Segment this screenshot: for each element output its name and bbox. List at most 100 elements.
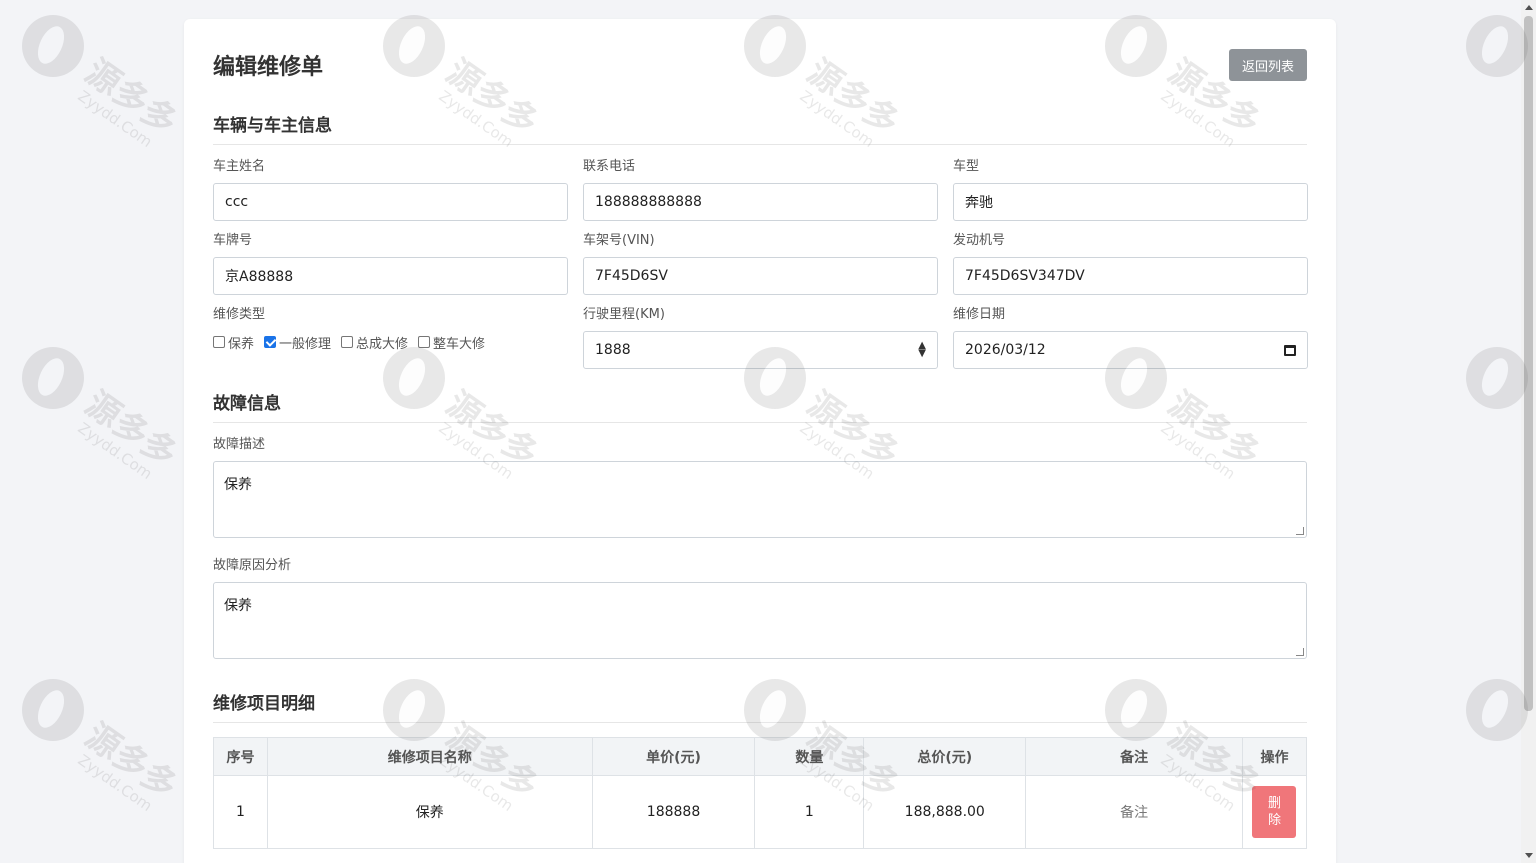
column-header: 总价(元) bbox=[863, 737, 1027, 776]
engine-label: 发动机号 bbox=[953, 233, 1006, 248]
vin-value: 7F45D6SV bbox=[595, 268, 668, 284]
phone-input[interactable]: 188888888888 bbox=[583, 183, 938, 221]
watermark-sub: Zyydd.Com bbox=[74, 86, 156, 152]
resize-grip-icon[interactable] bbox=[1296, 648, 1304, 656]
watermark-logo-icon bbox=[22, 347, 84, 409]
calendar-icon[interactable] bbox=[1284, 344, 1296, 356]
repair-type-option[interactable]: 总成大修 bbox=[341, 333, 408, 352]
cell-unit-price: 188888 bbox=[591, 775, 756, 849]
column-header: 操作 bbox=[1241, 737, 1308, 776]
section-title-vehicle: 车辆与车主信息 bbox=[213, 111, 1307, 145]
watermark-logo-icon bbox=[1466, 347, 1528, 409]
engine-input[interactable]: 7F45D6SV347DV bbox=[953, 257, 1308, 295]
mileage-value: 1888 bbox=[595, 342, 631, 358]
engine-field: 发动机号 7F45D6SV347DV bbox=[953, 233, 1308, 295]
fault-cause-value: 保养 bbox=[224, 598, 252, 614]
car-model-value: 奔驰 bbox=[965, 195, 993, 211]
column-header: 备注 bbox=[1025, 737, 1243, 776]
watermark-logo-icon bbox=[22, 679, 84, 741]
fault-description-textarea[interactable]: 保养 bbox=[213, 461, 1307, 538]
mileage-field: 行驶里程(KM) 1888 ▲ ▼ bbox=[583, 307, 938, 369]
cell-note: 备注 bbox=[1025, 775, 1243, 849]
watermark-text: 源多多 bbox=[77, 383, 185, 476]
number-spinner-icon[interactable]: ▲ ▼ bbox=[918, 341, 926, 359]
vin-field: 车架号(VIN) 7F45D6SV bbox=[583, 233, 938, 295]
watermark-logo-icon bbox=[1466, 679, 1528, 741]
fault-cause-field: 故障原因分析 保养 bbox=[213, 558, 1307, 659]
column-header: 序号 bbox=[213, 737, 268, 776]
owner-name-input[interactable]: ccc bbox=[213, 183, 568, 221]
section-title-fault: 故障信息 bbox=[213, 389, 1307, 423]
scroll-up-icon[interactable] bbox=[1525, 5, 1533, 10]
owner-name-value: ccc bbox=[225, 194, 249, 210]
table-header-row: 序号 维修项目名称 单价(元) 数量 总价(元) 备注 操作 bbox=[213, 737, 1308, 776]
watermark: 源多多Zyydd.Com bbox=[22, 347, 192, 497]
checkbox-vehicle-overhaul[interactable] bbox=[418, 336, 431, 348]
mileage-input[interactable]: 1888 ▲ ▼ bbox=[583, 331, 938, 369]
repair-type-option[interactable]: 保养 bbox=[213, 333, 254, 352]
repair-type-option[interactable]: 整车大修 bbox=[418, 333, 485, 352]
plate-input[interactable]: 京A88888 bbox=[213, 257, 568, 295]
vehicle-form-grid: 车主姓名 ccc 联系电话 188888888888 车型 奔驰 车牌号 京A8… bbox=[213, 159, 1308, 381]
fault-description-label: 故障描述 bbox=[213, 437, 266, 452]
owner-name-field: 车主姓名 ccc bbox=[213, 159, 568, 221]
scrollbar-thumb[interactable] bbox=[1524, 16, 1533, 711]
fault-cause-label: 故障原因分析 bbox=[213, 558, 292, 573]
edit-form-card: 编辑维修单 返回列表 车辆与车主信息 车主姓名 ccc 联系电话 1888888… bbox=[184, 19, 1336, 863]
cell-index: 1 bbox=[213, 775, 268, 849]
repair-type-option[interactable]: 一般修理 bbox=[264, 333, 331, 352]
option-label: 整车大修 bbox=[433, 336, 486, 352]
car-model-input[interactable]: 奔驰 bbox=[953, 183, 1308, 221]
column-header: 单价(元) bbox=[591, 737, 756, 776]
checkbox-assembly-overhaul[interactable] bbox=[341, 336, 354, 348]
watermark-text: 源多多 bbox=[77, 715, 185, 808]
scroll-down-icon[interactable] bbox=[1525, 853, 1533, 858]
cell-action: 删除 bbox=[1241, 775, 1308, 849]
column-header: 数量 bbox=[754, 737, 865, 776]
watermark-logo-icon bbox=[1466, 15, 1528, 77]
page-header: 编辑维修单 返回列表 bbox=[213, 19, 1307, 111]
mileage-label: 行驶里程(KM) bbox=[583, 307, 665, 322]
repair-date-value: 2026/03/12 bbox=[965, 342, 1046, 358]
watermark: 源多多Zyydd.Com bbox=[22, 679, 192, 829]
checkbox-general-repair[interactable] bbox=[264, 336, 277, 348]
cell-total: 188,888.00 bbox=[863, 775, 1027, 849]
repair-date-field: 维修日期 2026/03/12 bbox=[953, 307, 1308, 369]
vertical-scrollbar[interactable] bbox=[1521, 0, 1536, 863]
option-label: 保养 bbox=[228, 336, 255, 352]
column-header: 维修项目名称 bbox=[266, 737, 593, 776]
repair-type-label: 维修类型 bbox=[213, 307, 266, 322]
cell-qty: 1 bbox=[754, 775, 865, 849]
cell-name: 保养 bbox=[266, 775, 593, 849]
engine-value: 7F45D6SV347DV bbox=[965, 268, 1085, 284]
fault-cause-textarea[interactable]: 保养 bbox=[213, 582, 1307, 659]
option-label: 总成大修 bbox=[356, 336, 409, 352]
checkbox-maintenance[interactable] bbox=[213, 336, 225, 348]
table-row: 1 保养 188888 1 188,888.00 备注 删除 bbox=[213, 775, 1308, 849]
owner-name-label: 车主姓名 bbox=[213, 159, 266, 174]
car-model-label: 车型 bbox=[953, 159, 980, 174]
delete-row-button[interactable]: 删除 bbox=[1252, 786, 1297, 838]
watermark: 源多多Zyydd.Com bbox=[22, 15, 192, 165]
watermark bbox=[1362, 347, 1528, 497]
watermark-text: 源多多 bbox=[77, 51, 185, 144]
phone-value: 188888888888 bbox=[595, 194, 702, 210]
fault-description-value: 保养 bbox=[224, 477, 252, 493]
vin-input[interactable]: 7F45D6SV bbox=[583, 257, 938, 295]
resize-grip-icon[interactable] bbox=[1296, 527, 1304, 535]
repair-date-input[interactable]: 2026/03/12 bbox=[953, 331, 1308, 369]
repair-type-field: 维修类型 保养 一般修理 总成大修 整车大修 bbox=[213, 307, 568, 369]
repair-items-table: 序号 维修项目名称 单价(元) 数量 总价(元) 备注 操作 1 保养 1888… bbox=[213, 737, 1308, 849]
plate-label: 车牌号 bbox=[213, 233, 253, 248]
repair-type-options: 保养 一般修理 总成大修 整车大修 bbox=[213, 331, 568, 353]
viewport: 编辑维修单 返回列表 车辆与车主信息 车主姓名 ccc 联系电话 1888888… bbox=[0, 0, 1536, 863]
vin-label: 车架号(VIN) bbox=[583, 233, 655, 248]
watermark bbox=[1362, 15, 1528, 165]
phone-field: 联系电话 188888888888 bbox=[583, 159, 938, 221]
back-to-list-button[interactable]: 返回列表 bbox=[1228, 49, 1307, 81]
watermark bbox=[1362, 679, 1528, 829]
page-title: 编辑维修单 bbox=[213, 55, 324, 80]
phone-label: 联系电话 bbox=[583, 159, 636, 174]
fault-description-field: 故障描述 保养 bbox=[213, 437, 1307, 538]
plate-field: 车牌号 京A88888 bbox=[213, 233, 568, 295]
